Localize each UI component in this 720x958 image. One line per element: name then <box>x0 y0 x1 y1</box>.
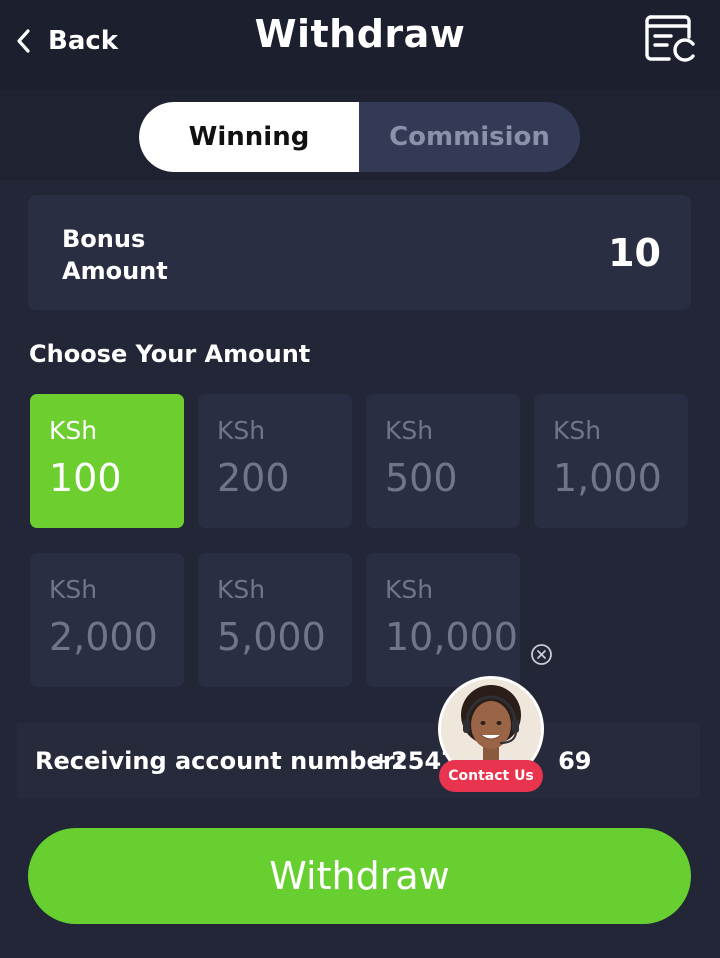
history-list-icon <box>645 15 695 62</box>
contact-us-label: Contact Us <box>439 760 543 792</box>
amount-option-10000[interactable]: KSh 10,000 <box>366 553 520 687</box>
account-label: Receiving account number: <box>35 747 405 775</box>
contact-us-widget[interactable]: Contact Us <box>438 676 546 794</box>
amount-option-1000[interactable]: KSh 1,000 <box>534 394 688 528</box>
withdraw-button[interactable]: Withdraw <box>28 828 691 924</box>
bonus-card: Bonus Amount 10 <box>28 195 691 310</box>
amount-currency: KSh <box>217 416 266 445</box>
amount-grid: KSh 100 KSh 200 KSh 500 KSh 1,000 KSh 2,… <box>30 394 690 690</box>
amount-value: 100 <box>49 456 122 500</box>
bonus-value: 10 <box>608 231 661 275</box>
amount-option-5000[interactable]: KSh 5,000 <box>198 553 352 687</box>
tab-winning[interactable]: Winning <box>139 102 359 172</box>
amount-currency: KSh <box>49 416 98 445</box>
page-title: Withdraw <box>254 12 466 56</box>
history-button[interactable] <box>643 12 697 64</box>
amount-currency: KSh <box>49 575 98 604</box>
amount-currency: KSh <box>385 416 434 445</box>
top-bar: Back Withdraw <box>0 0 720 90</box>
amount-option-500[interactable]: KSh 500 <box>366 394 520 528</box>
amount-currency: KSh <box>553 416 602 445</box>
amount-currency: KSh <box>385 575 434 604</box>
amount-currency: KSh <box>217 575 266 604</box>
amount-value: 10,000 <box>385 615 518 659</box>
choose-amount-title: Choose Your Amount <box>29 340 311 368</box>
close-circle-icon <box>531 644 552 665</box>
amount-option-100[interactable]: KSh 100 <box>30 394 184 528</box>
close-contact-button[interactable] <box>530 643 553 666</box>
amount-value: 5,000 <box>217 615 326 659</box>
bonus-label: Bonus Amount <box>62 225 168 285</box>
amount-option-2000[interactable]: KSh 2,000 <box>30 553 184 687</box>
amount-option-200[interactable]: KSh 200 <box>198 394 352 528</box>
tab-switcher: Winning Commision <box>139 102 580 172</box>
amount-value: 2,000 <box>49 615 158 659</box>
account-bar: Receiving account number: +2547 69 <box>17 723 700 798</box>
amount-value: 500 <box>385 456 458 500</box>
amount-value: 1,000 <box>553 456 662 500</box>
amount-value: 200 <box>217 456 290 500</box>
tab-commision[interactable]: Commision <box>359 102 580 172</box>
